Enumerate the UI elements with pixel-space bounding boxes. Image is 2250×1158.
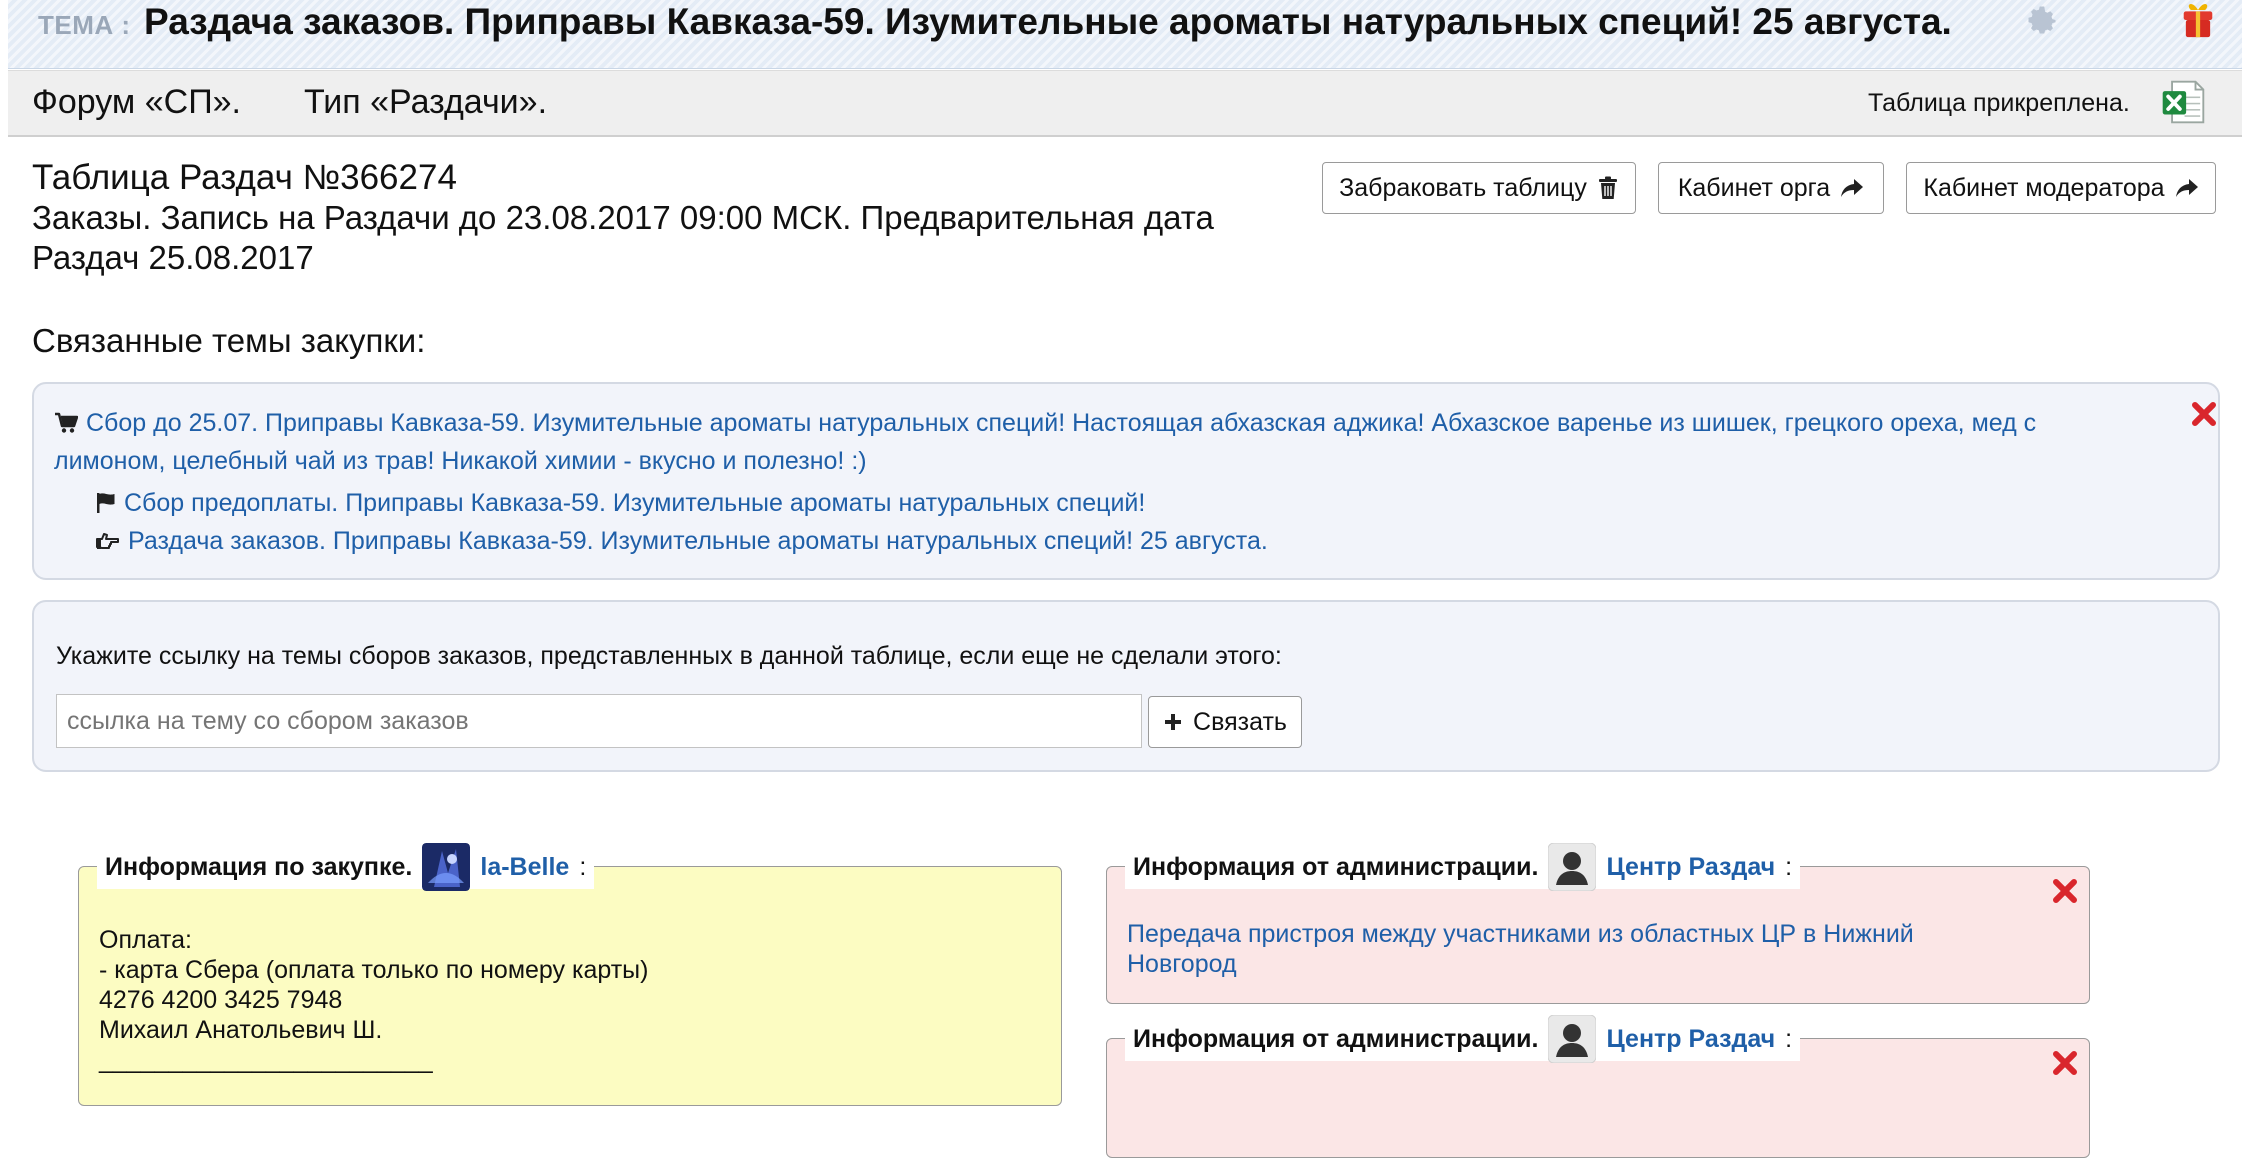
- forum-crumb-type[interactable]: Тип «Раздачи».: [304, 83, 547, 122]
- purchase-info-line: ________________________: [99, 1046, 433, 1074]
- gear-icon[interactable]: [2024, 2, 2060, 38]
- related-topic-link[interactable]: Сбор предоплаты. Приправы Кавказа-59. Из…: [124, 489, 1145, 517]
- admin-info-link[interactable]: Передача пристроя между участниками из о…: [1127, 919, 1987, 979]
- user-avatar[interactable]: [422, 843, 471, 891]
- admin-info-heading: Информация от администрации.: [1133, 852, 1539, 881]
- admin-info-legend: Информация от администрации. Центр Разда…: [1125, 1015, 1801, 1063]
- flag-icon: [97, 493, 115, 513]
- table-attached-label: Таблица прикреплена.: [1868, 89, 2130, 117]
- admin-username-link[interactable]: Центр Раздач: [1606, 853, 1775, 882]
- forum-crumb-sp[interactable]: Форум «СП».: [32, 83, 241, 122]
- close-icon[interactable]: [2190, 400, 2218, 428]
- admin-info-heading: Информация от администрации.: [1133, 1024, 1539, 1053]
- admin-info-box: Информация от администрации. Центр Разда…: [1106, 1015, 2090, 1158]
- related-topic-link[interactable]: Сбор до 25.07. Приправы Кавказа-59. Изум…: [54, 409, 2036, 475]
- share-arrow-icon: [1841, 179, 1864, 197]
- topic-label: ТЕМА :: [38, 10, 131, 40]
- topic-link-input[interactable]: [56, 694, 1142, 748]
- purchase-info-text: Оплата: - карта Сбера (оплата только по …: [99, 925, 648, 1075]
- link-button[interactable]: Связать: [1148, 696, 1302, 748]
- close-icon[interactable]: [2051, 877, 2079, 905]
- purchase-info-line: 4276 4200 3425 7948: [99, 986, 343, 1014]
- table-title: Таблица Раздач №366274: [32, 158, 457, 197]
- related-topics-heading: Связанные темы закупки:: [32, 322, 426, 359]
- gift-icon[interactable]: [2180, 0, 2216, 40]
- cart-icon: [55, 412, 78, 433]
- plus-icon: [1165, 714, 1182, 730]
- purchase-info-box: Информация по закупке. la-Belle : Оплата…: [78, 843, 1062, 1106]
- reject-table-button[interactable]: Забраковать таблицу: [1322, 162, 1636, 214]
- topic-bar: ТЕМА : Раздача заказов. Приправы Кавказа…: [8, 0, 2242, 69]
- purchase-info-line: Михаил Анатольевич Ш.: [99, 1016, 383, 1044]
- admin-username-link[interactable]: Центр Раздач: [1606, 1025, 1775, 1054]
- trash-icon: [1598, 176, 1617, 199]
- admin-info-legend: Информация от администрации. Центр Разда…: [1125, 843, 1801, 891]
- share-arrow-icon: [2175, 179, 2198, 197]
- related-topic-link[interactable]: Раздача заказов. Приправы Кавказа-59. Из…: [128, 527, 1268, 555]
- legend-colon: :: [1785, 1024, 1793, 1053]
- default-user-avatar[interactable]: [1548, 843, 1597, 891]
- related-topic-item[interactable]: Сбор до 25.07. Приправы Кавказа-59. Изум…: [54, 404, 2134, 480]
- related-topics-panel: Сбор до 25.07. Приправы Кавказа-59. Изум…: [32, 382, 2220, 580]
- legend-colon: :: [1785, 852, 1793, 881]
- purchase-info-line: - карта Сбера (оплата только по номеру к…: [99, 956, 649, 984]
- related-topic-item[interactable]: Сбор предоплаты. Приправы Кавказа-59. Из…: [96, 484, 1145, 522]
- admin-info-box: Информация от администрации. Центр Разда…: [1106, 843, 2090, 1004]
- moderator-cabinet-label: Кабинет модератора: [1923, 173, 2165, 202]
- link-topic-panel: Укажите ссылку на темы сборов заказов, п…: [32, 600, 2220, 772]
- purchase-info-heading: Информация по закупке.: [105, 852, 413, 881]
- org-cabinet-label: Кабинет орга: [1677, 173, 1831, 202]
- table-subtitle: Заказы. Запись на Раздачи до 23.08.2017 …: [32, 199, 1214, 276]
- reject-table-label: Забраковать таблицу: [1339, 173, 1587, 202]
- forum-bar: Форум «СП». Тип «Раздачи». Таблица прикр…: [8, 70, 2242, 137]
- org-cabinet-button[interactable]: Кабинет орга: [1658, 162, 1884, 214]
- legend-colon: :: [579, 852, 587, 881]
- excel-file-icon[interactable]: [2158, 77, 2208, 127]
- close-icon[interactable]: [2051, 1049, 2079, 1077]
- org-username-link[interactable]: la-Belle: [480, 853, 569, 882]
- purchase-info-legend: Информация по закупке. la-Belle :: [97, 843, 595, 891]
- link-topic-label: Укажите ссылку на темы сборов заказов, п…: [56, 642, 1282, 670]
- moderator-cabinet-button[interactable]: Кабинет модератора: [1906, 162, 2216, 214]
- default-user-avatar[interactable]: [1548, 1015, 1597, 1063]
- hand-pointer-icon: [96, 533, 119, 549]
- link-button-label: Связать: [1193, 707, 1287, 736]
- topic-title: Раздача заказов. Приправы Кавказа-59. Из…: [144, 1, 1952, 42]
- purchase-info-line: Оплата:: [99, 926, 192, 954]
- related-topic-item[interactable]: Раздача заказов. Приправы Кавказа-59. Из…: [96, 522, 1268, 560]
